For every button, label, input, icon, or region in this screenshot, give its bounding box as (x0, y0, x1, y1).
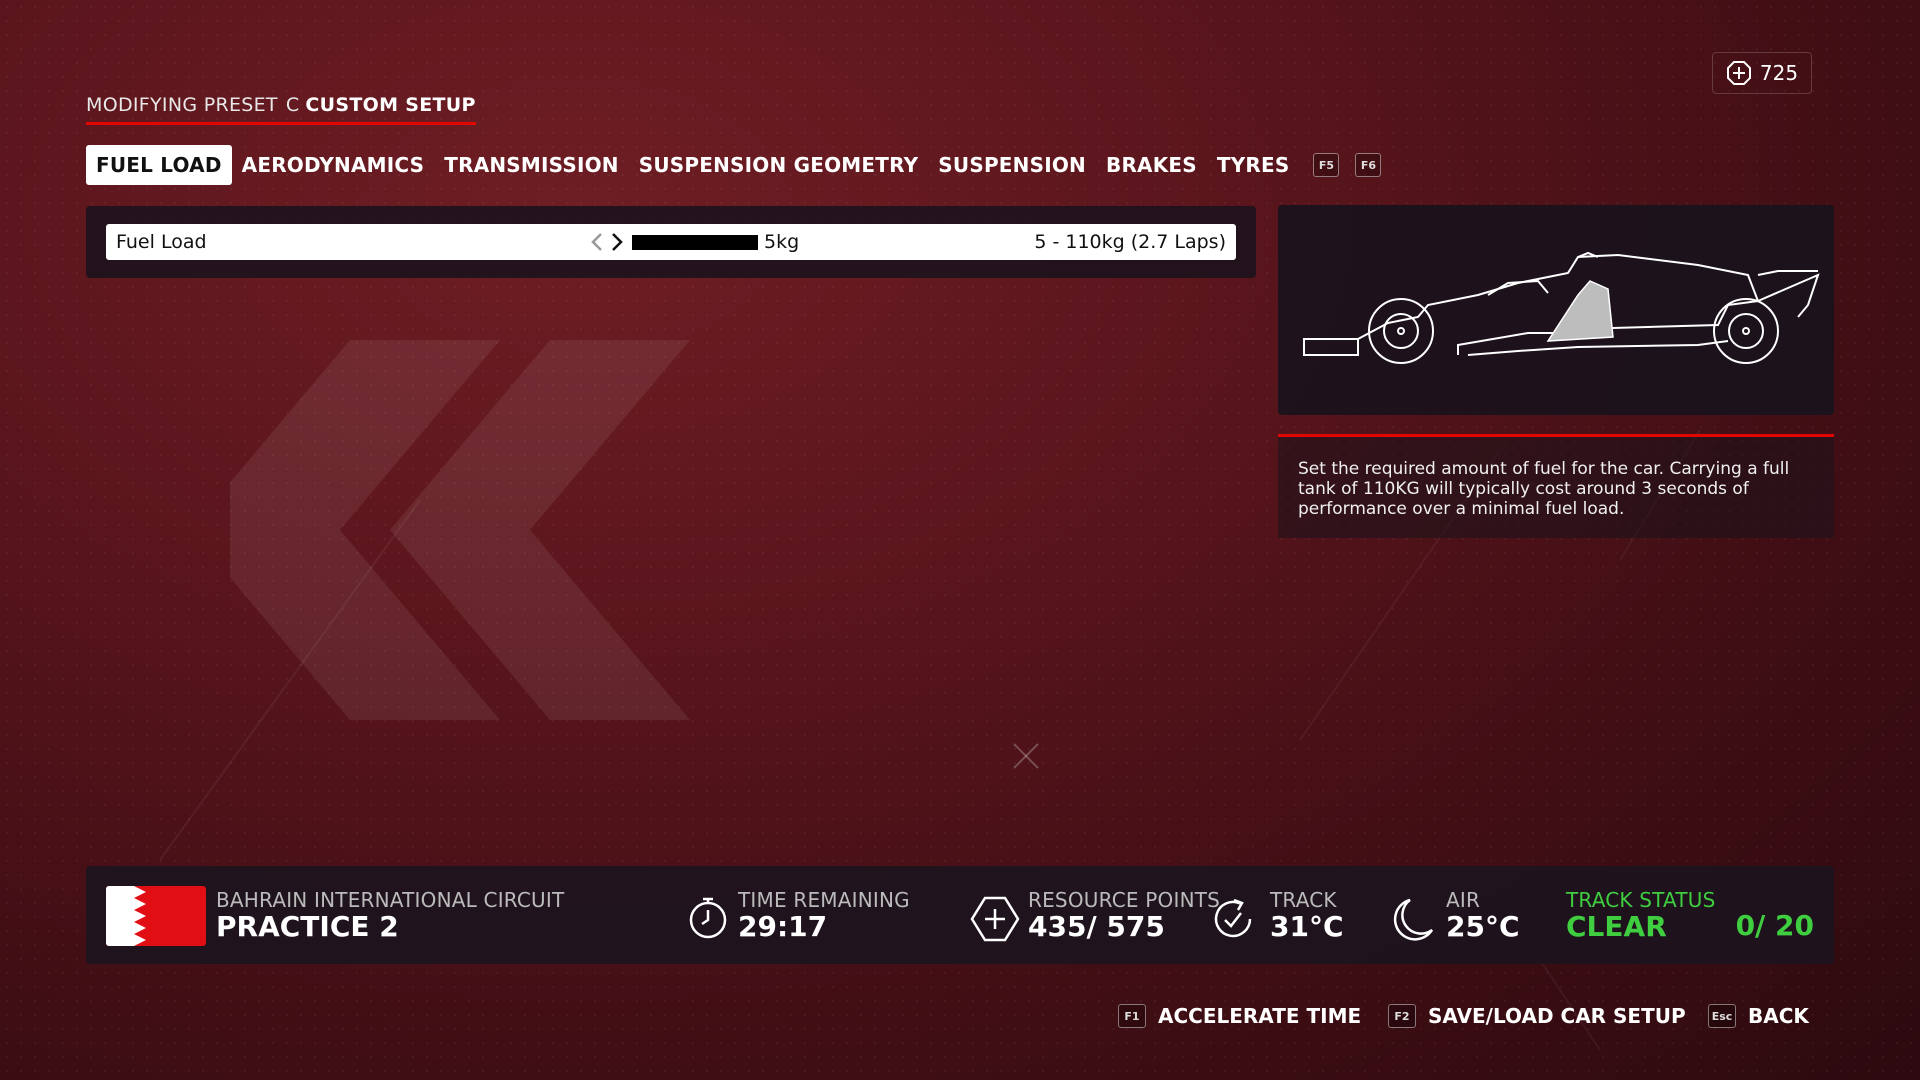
tab-tyres[interactable]: TYRES (1207, 145, 1300, 185)
value-arrows (590, 230, 624, 254)
background-x-mark (1013, 743, 1039, 769)
resource-points-icon (970, 896, 1020, 942)
fuel-load-bar (632, 235, 758, 250)
time-label: TIME REMAINING (738, 888, 910, 912)
track-temperature-icon (1214, 898, 1252, 938)
f1-key: F1 (1118, 1004, 1146, 1028)
preset-name: CUSTOM SETUP (305, 94, 476, 116)
setting-value: 5kg (764, 231, 800, 253)
resource-value: 435/ 575 (1028, 910, 1165, 943)
f2-key: F2 (1388, 1004, 1416, 1028)
preset-letter: C (285, 94, 300, 116)
time-block: TIME REMAINING 29:17 (738, 888, 910, 942)
prev-tab-key[interactable]: F5 (1313, 153, 1340, 177)
save-load-setup-label: SAVE/LOAD CAR SETUP (1428, 1004, 1686, 1028)
preset-title: MODIFYING PRESET C CUSTOM SETUP (86, 94, 476, 125)
time-value: 29:17 (738, 910, 828, 943)
resource-count: 725 (1759, 61, 1799, 85)
resource-label: RESOURCE POINTS (1028, 888, 1221, 912)
accelerate-time-button[interactable]: F1 ACCELERATE TIME (1118, 1004, 1361, 1028)
moon-icon (1393, 898, 1434, 941)
air-block: AIR 25°C (1446, 888, 1520, 942)
resource-points-icon (1726, 61, 1751, 85)
stopwatch-icon (689, 897, 727, 939)
save-load-setup-button[interactable]: F2 SAVE/LOAD CAR SETUP (1388, 1004, 1686, 1028)
next-tab-key[interactable]: F6 (1355, 153, 1382, 177)
resource-block: RESOURCE POINTS 435/ 575 (1028, 888, 1220, 942)
track-status-count: 0/ 20 (1735, 909, 1814, 942)
chevron-right-icon[interactable] (610, 230, 624, 254)
setup-tabs: FUEL LOAD AERODYNAMICS TRANSMISSION SUSP… (86, 145, 1382, 185)
chevron-left-icon[interactable] (590, 230, 604, 254)
fuel-load-row[interactable]: Fuel Load 5kg 5 - 110kg (2.7 Laps) (106, 224, 1236, 260)
car-outline-icon (1303, 251, 1820, 364)
settings-panel: Fuel Load 5kg 5 - 110kg (2.7 Laps) (86, 206, 1256, 278)
tab-fuel-load[interactable]: FUEL LOAD (86, 145, 232, 185)
session-info-bar: BAHRAIN INTERNATIONAL CIRCUIT PRACTICE 2… (86, 866, 1834, 964)
circuit-block: BAHRAIN INTERNATIONAL CIRCUIT PRACTICE 2 (216, 888, 564, 942)
accelerate-time-label: ACCELERATE TIME (1158, 1004, 1362, 1028)
preset-prefix: MODIFYING PRESET (86, 94, 278, 116)
background-chevron-graphic (230, 340, 690, 720)
setting-label: Fuel Load (116, 231, 207, 253)
circuit-name: BAHRAIN INTERNATIONAL CIRCUIT (216, 888, 565, 912)
tab-aerodynamics[interactable]: AERODYNAMICS (232, 145, 435, 185)
setting-description: Set the required amount of fuel for the … (1278, 434, 1834, 538)
tab-brakes[interactable]: BRAKES (1096, 145, 1207, 185)
air-value: 25°C (1446, 910, 1520, 943)
tab-suspension[interactable]: SUSPENSION (928, 145, 1096, 185)
track-block: TRACK 31°C (1270, 888, 1344, 942)
resource-badge: 725 (1712, 52, 1812, 94)
track-status-block: TRACK STATUS CLEAR 0/ 20 (1566, 888, 1814, 942)
tab-suspension-geometry[interactable]: SUSPENSION GEOMETRY (629, 145, 929, 185)
back-button[interactable]: Esc BACK (1708, 1004, 1809, 1028)
esc-key: Esc (1708, 1004, 1736, 1028)
session-name: PRACTICE 2 (216, 910, 399, 943)
track-value: 31°C (1270, 910, 1344, 943)
setting-range: 5 - 110kg (2.7 Laps) (1034, 231, 1226, 253)
bahrain-flag-icon (106, 886, 206, 946)
track-label: TRACK (1270, 888, 1337, 912)
car-preview-panel (1278, 205, 1834, 415)
back-label: BACK (1748, 1004, 1809, 1028)
air-label: AIR (1446, 888, 1481, 912)
tab-transmission[interactable]: TRANSMISSION (434, 145, 629, 185)
